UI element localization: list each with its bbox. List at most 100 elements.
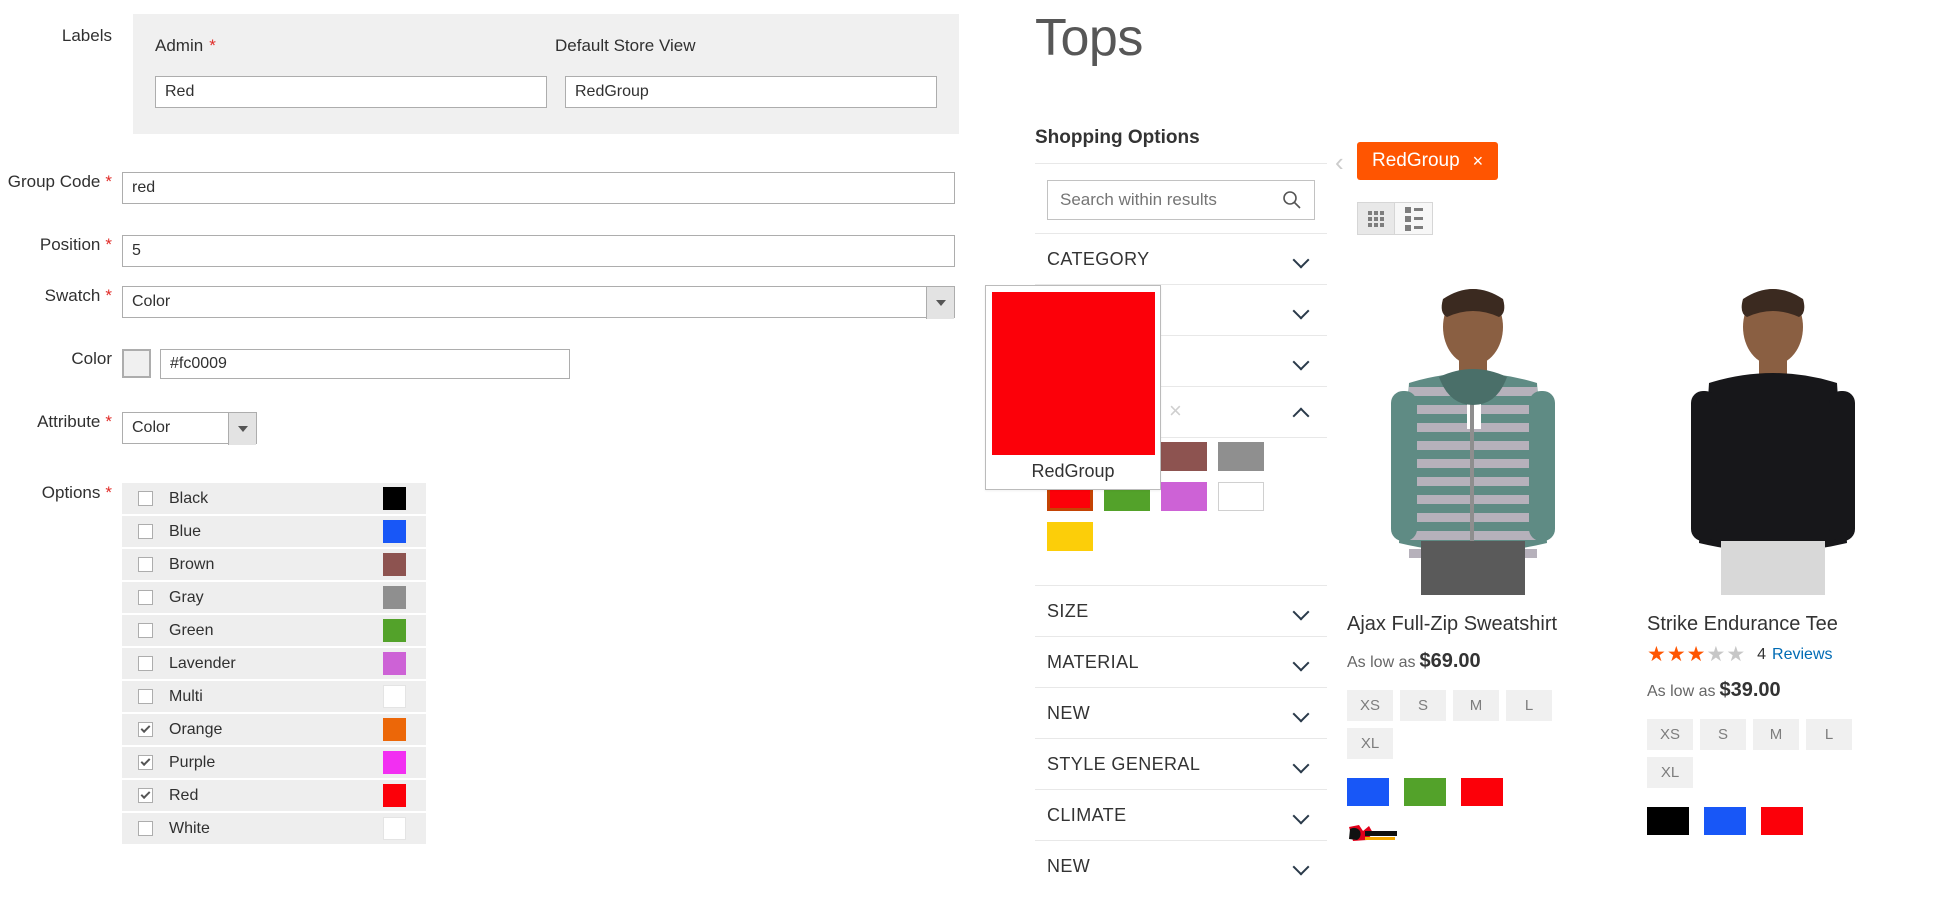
- option-row[interactable]: Green: [122, 615, 426, 646]
- chevron-down-icon[interactable]: [926, 287, 954, 319]
- color-option[interactable]: [1647, 807, 1689, 835]
- option-row[interactable]: Lavender: [122, 648, 426, 679]
- option-color-swatch: [383, 817, 406, 840]
- filter-material[interactable]: MATERIAL: [1035, 636, 1327, 687]
- option-checkbox[interactable]: [138, 656, 153, 671]
- size-option[interactable]: XL: [1647, 757, 1693, 788]
- reviews-link[interactable]: Reviews: [1772, 646, 1832, 664]
- applied-filter-label: RedGroup: [1372, 150, 1460, 172]
- color-picker-swatch[interactable]: [122, 349, 151, 378]
- filter-swatch[interactable]: [1218, 442, 1264, 471]
- option-color-swatch: [383, 487, 406, 510]
- chevron-up-icon[interactable]: [1293, 404, 1309, 420]
- check-icon: [141, 723, 151, 733]
- label-admin-input[interactable]: [155, 76, 547, 108]
- chevron-down-icon[interactable]: [1293, 756, 1309, 772]
- filter-new[interactable]: NEW: [1035, 840, 1327, 891]
- size-option[interactable]: M: [1453, 690, 1499, 721]
- option-checkbox[interactable]: [138, 524, 153, 539]
- option-checkbox[interactable]: [138, 590, 153, 605]
- divider: [1035, 163, 1327, 164]
- size-option[interactable]: L: [1506, 690, 1552, 721]
- option-checkbox[interactable]: [138, 722, 153, 737]
- color-option[interactable]: [1404, 778, 1446, 806]
- option-checkbox[interactable]: [138, 623, 153, 638]
- option-row[interactable]: Brown: [122, 549, 426, 580]
- product-image[interactable]: [1647, 265, 1899, 595]
- list-icon[interactable]: [1395, 202, 1433, 235]
- option-label: Orange: [169, 721, 222, 739]
- chevron-left-icon[interactable]: ‹: [1335, 152, 1351, 174]
- option-row[interactable]: Gray: [122, 582, 426, 613]
- filter-new[interactable]: NEW: [1035, 687, 1327, 738]
- group-code-input[interactable]: [122, 172, 955, 204]
- attribute-select-wrap: Color: [122, 412, 257, 444]
- option-row[interactable]: Orange: [122, 714, 426, 745]
- option-row[interactable]: Blue: [122, 516, 426, 547]
- search-within-results[interactable]: [1047, 180, 1315, 220]
- close-icon[interactable]: ×: [1169, 403, 1187, 421]
- option-row[interactable]: Multi: [122, 681, 426, 712]
- option-label: Multi: [169, 688, 203, 706]
- option-row[interactable]: Red: [122, 780, 426, 811]
- option-checkbox[interactable]: [138, 557, 153, 572]
- chevron-down-icon[interactable]: [1293, 705, 1309, 721]
- size-option[interactable]: L: [1806, 719, 1852, 750]
- color-option[interactable]: [1461, 778, 1503, 806]
- chevron-down-icon[interactable]: [1293, 807, 1309, 823]
- size-option[interactable]: XL: [1347, 728, 1393, 759]
- color-option[interactable]: [1761, 807, 1803, 835]
- filter-category[interactable]: CATEGORY: [1035, 233, 1327, 284]
- swatch-tooltip: RedGroup: [985, 285, 1161, 490]
- option-row[interactable]: Black: [122, 483, 426, 514]
- filter-swatch[interactable]: [1047, 522, 1093, 551]
- option-checkbox[interactable]: [138, 689, 153, 704]
- color-hex-input[interactable]: [160, 349, 570, 379]
- search-input[interactable]: [1048, 182, 1263, 218]
- chevron-down-icon[interactable]: [1293, 302, 1309, 318]
- option-row[interactable]: White: [122, 813, 426, 844]
- filter-swatch[interactable]: [1161, 442, 1207, 471]
- group-code-label-text: Group Code: [8, 172, 101, 191]
- applied-filter-tag[interactable]: RedGroup ×: [1357, 142, 1498, 180]
- swatch-select[interactable]: Color: [122, 286, 955, 318]
- product-name[interactable]: Ajax Full-Zip Sweatshirt: [1347, 613, 1635, 636]
- chevron-down-icon[interactable]: [1293, 654, 1309, 670]
- product-rating: ★★★★★4Reviews: [1647, 644, 1935, 665]
- size-option[interactable]: S: [1400, 690, 1446, 721]
- labels-field-label: Labels: [0, 26, 122, 46]
- size-option[interactable]: XS: [1647, 719, 1693, 750]
- option-color-swatch: [383, 619, 406, 642]
- option-checkbox[interactable]: [138, 755, 153, 770]
- product-card[interactable]: Strike Endurance Tee★★★★★4ReviewsAs low …: [1635, 265, 1935, 842]
- product-card[interactable]: Ajax Full-Zip SweatshirtAs low as$69.00X…: [1335, 265, 1635, 842]
- grid-icon[interactable]: [1357, 202, 1395, 235]
- search-icon[interactable]: [1282, 190, 1302, 210]
- option-checkbox[interactable]: [138, 788, 153, 803]
- option-row[interactable]: Purple: [122, 747, 426, 778]
- chevron-down-icon[interactable]: [1293, 251, 1309, 267]
- filter-climate[interactable]: CLIMATE: [1035, 789, 1327, 840]
- attribute-select[interactable]: Color: [122, 412, 257, 444]
- size-option[interactable]: M: [1753, 719, 1799, 750]
- chevron-down-icon[interactable]: [1293, 858, 1309, 874]
- page-title: Tops: [1035, 8, 1143, 68]
- option-checkbox[interactable]: [138, 491, 153, 506]
- color-option[interactable]: [1704, 807, 1746, 835]
- chevron-down-icon[interactable]: [228, 413, 256, 445]
- product-name[interactable]: Strike Endurance Tee: [1647, 613, 1935, 636]
- filter-size[interactable]: SIZE: [1035, 585, 1327, 636]
- size-option[interactable]: XS: [1347, 690, 1393, 721]
- filter-swatch[interactable]: [1161, 482, 1207, 511]
- filter-style-general[interactable]: STYLE GENERAL: [1035, 738, 1327, 789]
- option-checkbox[interactable]: [138, 821, 153, 836]
- close-icon[interactable]: ×: [1473, 151, 1484, 172]
- size-option[interactable]: S: [1700, 719, 1746, 750]
- filter-swatch[interactable]: [1218, 482, 1264, 511]
- chevron-down-icon[interactable]: [1293, 353, 1309, 369]
- label-store-view-input[interactable]: [565, 76, 937, 108]
- color-option[interactable]: [1347, 778, 1389, 806]
- chevron-down-icon[interactable]: [1293, 603, 1309, 619]
- position-input[interactable]: [122, 235, 955, 267]
- product-image[interactable]: [1347, 265, 1599, 595]
